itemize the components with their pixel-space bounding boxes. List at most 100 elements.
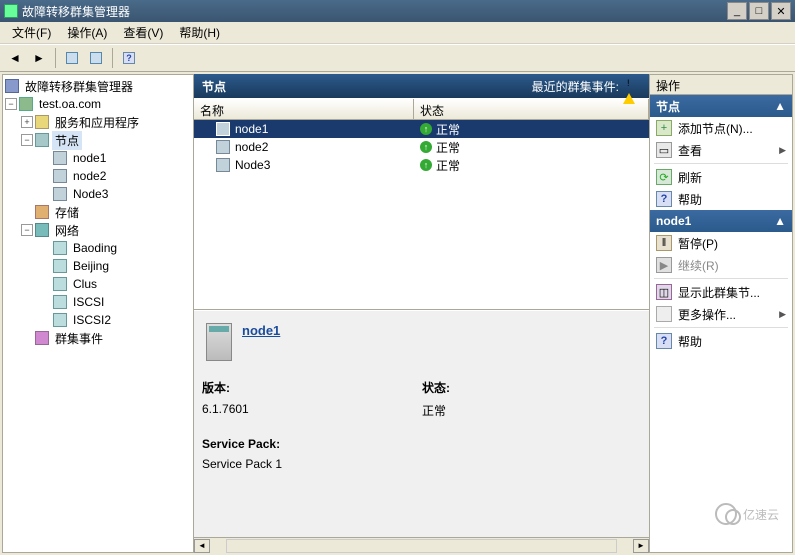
toolbar-separator bbox=[112, 48, 113, 68]
window-buttons: _ □ ✕ bbox=[727, 2, 791, 20]
help-icon: ? bbox=[656, 333, 672, 349]
list-row[interactable]: node1 正常 bbox=[194, 120, 649, 138]
tree-nodes[interactable]: −节点 bbox=[5, 131, 191, 149]
action-refresh[interactable]: ⟳刷新 bbox=[650, 166, 792, 188]
actions-title: 操作 bbox=[650, 75, 792, 95]
more-icon bbox=[656, 306, 672, 322]
action-add-node[interactable]: +添加节点(N)... bbox=[650, 117, 792, 139]
tree-storage[interactable]: 存储 bbox=[5, 203, 191, 221]
action-separator bbox=[654, 278, 788, 279]
toolbar: ◄ ► ? bbox=[0, 44, 795, 72]
detail-node-link[interactable]: node1 bbox=[242, 323, 280, 338]
node-icon bbox=[53, 151, 67, 165]
tree-root[interactable]: 故障转移群集管理器 bbox=[5, 77, 191, 95]
toolbar-separator bbox=[55, 48, 56, 68]
tree-network-item[interactable]: Clus bbox=[5, 275, 191, 293]
status-ok-icon bbox=[420, 141, 432, 153]
chevron-up-icon: ▲ bbox=[774, 214, 786, 228]
view-icon: ▭ bbox=[656, 142, 672, 158]
network-icon bbox=[53, 277, 67, 291]
collapse-icon[interactable]: − bbox=[5, 98, 17, 110]
status-ok-icon bbox=[420, 123, 432, 135]
node-icon bbox=[53, 187, 67, 201]
list-row[interactable]: node2 正常 bbox=[194, 138, 649, 156]
forward-button[interactable]: ► bbox=[28, 47, 50, 69]
column-header-status[interactable]: 状态 bbox=[414, 99, 649, 119]
tree-node-item[interactable]: Node3 bbox=[5, 185, 191, 203]
window-title: 故障转移群集管理器 bbox=[22, 3, 727, 20]
list-header: 名称 状态 bbox=[194, 98, 649, 120]
tree-network-item[interactable]: ISCSI bbox=[5, 293, 191, 311]
list-body[interactable]: node1 正常 node2 正常 Node3 正常 bbox=[194, 120, 649, 310]
horizontal-scrollbar[interactable]: ◄ ► bbox=[194, 537, 649, 553]
network-icon bbox=[53, 313, 67, 327]
scroll-right-icon[interactable]: ► bbox=[633, 539, 649, 553]
action-view[interactable]: ▭查看▶ bbox=[650, 139, 792, 161]
list-row[interactable]: Node3 正常 bbox=[194, 156, 649, 174]
events-icon bbox=[35, 331, 49, 345]
show-cluster-icon: ◫ bbox=[656, 284, 672, 300]
minimize-button[interactable]: _ bbox=[727, 2, 747, 20]
status-ok-icon bbox=[420, 159, 432, 171]
tree-cluster[interactable]: −test.oa.com bbox=[5, 95, 191, 113]
version-label: 版本: bbox=[202, 381, 230, 395]
action-pause[interactable]: ‖暂停(P) bbox=[650, 232, 792, 254]
network-icon bbox=[53, 259, 67, 273]
toolbar-pane2-icon[interactable] bbox=[85, 47, 107, 69]
collapse-icon[interactable]: − bbox=[21, 224, 33, 236]
menu-action[interactable]: 操作(A) bbox=[59, 22, 115, 43]
menu-file[interactable]: 文件(F) bbox=[4, 22, 59, 43]
refresh-icon: ⟳ bbox=[656, 169, 672, 185]
collapse-icon[interactable]: − bbox=[21, 134, 33, 146]
cluster-icon bbox=[19, 97, 33, 111]
scroll-left-icon[interactable]: ◄ bbox=[194, 539, 210, 553]
row-status: 正常 bbox=[436, 139, 460, 156]
restore-button[interactable]: □ bbox=[749, 2, 769, 20]
menu-help[interactable]: 帮助(H) bbox=[171, 22, 228, 43]
recent-events-label: 最近的群集事件: bbox=[532, 78, 619, 95]
node-icon bbox=[216, 140, 230, 154]
help-icon: ? bbox=[656, 191, 672, 207]
back-button[interactable]: ◄ bbox=[4, 47, 26, 69]
chevron-up-icon: ▲ bbox=[774, 99, 786, 113]
networks-icon bbox=[35, 223, 49, 237]
network-icon bbox=[53, 295, 67, 309]
scroll-track[interactable] bbox=[226, 539, 617, 553]
content-title: 节点 bbox=[202, 78, 532, 95]
row-name: node2 bbox=[235, 140, 268, 154]
toolbar-pane1-icon[interactable] bbox=[61, 47, 83, 69]
action-show-cluster[interactable]: ◫显示此群集节... bbox=[650, 281, 792, 303]
action-resume[interactable]: ▶继续(R) bbox=[650, 254, 792, 276]
status-label: 状态: bbox=[422, 381, 450, 395]
menu-view[interactable]: 查看(V) bbox=[115, 22, 171, 43]
column-header-name[interactable]: 名称 bbox=[194, 99, 414, 119]
server-icon bbox=[206, 323, 232, 361]
tree-pane[interactable]: 故障转移群集管理器 −test.oa.com +服务和应用程序 −节点 node… bbox=[2, 74, 194, 553]
tree-network-item[interactable]: Beijing bbox=[5, 257, 191, 275]
tree-node-item[interactable]: node1 bbox=[5, 149, 191, 167]
submenu-arrow-icon: ▶ bbox=[779, 309, 786, 320]
version-value: 6.1.7601 bbox=[202, 402, 249, 416]
tree-events[interactable]: 群集事件 bbox=[5, 329, 191, 347]
add-node-icon: + bbox=[656, 120, 672, 136]
toolbar-help-icon[interactable]: ? bbox=[118, 47, 140, 69]
action-help[interactable]: ?帮助 bbox=[650, 188, 792, 210]
content-pane: 节点 最近的群集事件: 名称 状态 node1 正常 node2 正常 Node… bbox=[194, 74, 649, 553]
actions-group-nodes[interactable]: 节点▲ bbox=[650, 95, 792, 117]
app-icon bbox=[4, 4, 18, 18]
action-separator bbox=[654, 327, 788, 328]
expand-icon[interactable]: + bbox=[21, 116, 33, 128]
row-name: node1 bbox=[235, 122, 268, 136]
actions-group-selected-node[interactable]: node1▲ bbox=[650, 210, 792, 232]
tree-services[interactable]: +服务和应用程序 bbox=[5, 113, 191, 131]
actions-pane: 操作 节点▲ +添加节点(N)... ▭查看▶ ⟳刷新 ?帮助 node1▲ ‖… bbox=[649, 74, 793, 553]
tree-networks[interactable]: −网络 bbox=[5, 221, 191, 239]
action-help-node[interactable]: ?帮助 bbox=[650, 330, 792, 352]
close-button[interactable]: ✕ bbox=[771, 2, 791, 20]
services-icon bbox=[35, 115, 49, 129]
action-more[interactable]: 更多操作...▶ bbox=[650, 303, 792, 325]
tree-network-item[interactable]: Baoding bbox=[5, 239, 191, 257]
tree-network-item[interactable]: ISCSI2 bbox=[5, 311, 191, 329]
nodes-icon bbox=[35, 133, 49, 147]
tree-node-item[interactable]: node2 bbox=[5, 167, 191, 185]
